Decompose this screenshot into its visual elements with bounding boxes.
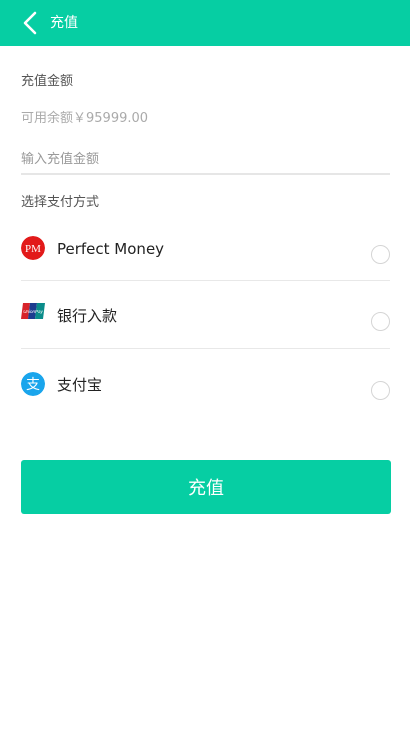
payment-radio-bank[interactable] — [371, 312, 390, 331]
perfect-money-icon: PM — [21, 236, 45, 260]
payment-option-alipay[interactable]: 支 支付宝 — [21, 348, 390, 416]
page-title: 充值 — [50, 15, 78, 31]
payment-method-label: 选择支付方式 — [21, 195, 100, 210]
recharge-submit-button[interactable]: 充值 — [21, 460, 391, 514]
svg-text:支: 支 — [26, 377, 40, 393]
back-arrow-icon[interactable] — [20, 10, 42, 36]
payment-option-perfect-money[interactable]: PM Perfect Money — [21, 212, 390, 281]
amount-input[interactable] — [21, 145, 390, 175]
payment-radio-alipay[interactable] — [371, 381, 390, 400]
payment-option-label: 银行入款 — [57, 307, 118, 325]
svg-text:UnionPay: UnionPay — [23, 309, 43, 314]
payment-option-label: Perfect Money — [57, 240, 165, 258]
payment-option-bank[interactable]: UnionPay 银行入款 — [21, 280, 390, 349]
app-header: 充值 — [0, 0, 410, 46]
svg-text:PM: PM — [25, 243, 41, 255]
balance-text: 可用余额￥95999.00 — [21, 111, 149, 126]
payment-option-label: 支付宝 — [57, 376, 103, 394]
amount-label: 充值金额 — [21, 74, 74, 89]
payment-radio-perfect-money[interactable] — [371, 245, 390, 264]
unionpay-icon: UnionPay — [21, 303, 45, 319]
alipay-icon: 支 — [21, 372, 45, 396]
